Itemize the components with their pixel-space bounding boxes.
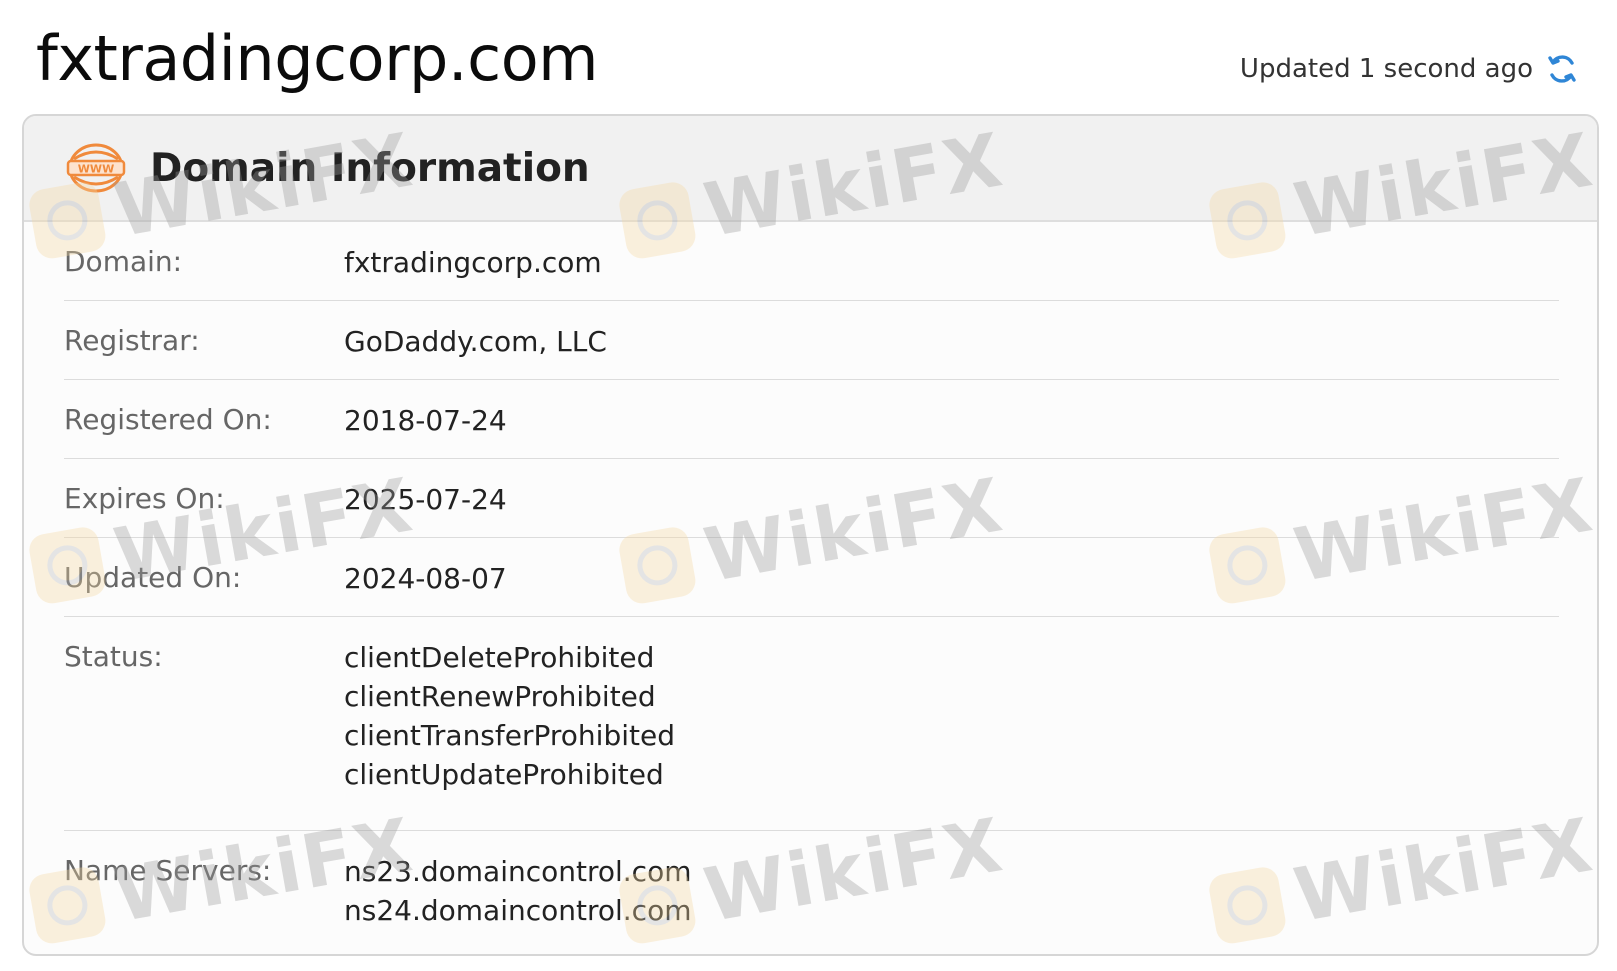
info-row-registered-on: Registered On: 2018-07-24 — [64, 380, 1559, 459]
row-values: fxtradingcorp.com — [344, 246, 602, 285]
card-title: Domain Information — [150, 145, 590, 191]
row-label: Expires On: — [64, 482, 225, 515]
row-label: Registered On: — [64, 403, 272, 436]
info-rows: Domain: fxtradingcorp.com Registrar: GoD… — [24, 222, 1597, 954]
row-values: 2025-07-24 — [344, 483, 507, 522]
www-globe-icon: WWW — [66, 143, 126, 193]
row-label: Name Servers: — [64, 854, 272, 887]
update-status: Updated 1 second ago — [1240, 52, 1579, 86]
svg-text:WWW: WWW — [78, 163, 114, 176]
row-values: GoDaddy.com, LLC — [344, 325, 607, 364]
refresh-icon[interactable] — [1545, 52, 1579, 86]
row-label: Domain: — [64, 245, 183, 278]
name-server-value: ns24.domaincontrol.com — [344, 894, 692, 927]
row-label: Updated On: — [64, 561, 242, 594]
info-row-updated-on: Updated On: 2024-08-07 — [64, 538, 1559, 617]
page-title: fxtradingcorp.com — [36, 22, 599, 95]
row-value: 2024-08-07 — [344, 562, 507, 595]
row-label: Status: — [64, 640, 163, 673]
card-header: WWW Domain Information — [24, 116, 1597, 222]
row-label: Registrar: — [64, 324, 200, 357]
row-value: 2018-07-24 — [344, 404, 507, 437]
row-value: fxtradingcorp.com — [344, 246, 602, 279]
domain-info-card: WWW Domain Information Domain: fxtrading… — [22, 114, 1599, 956]
info-row-expires-on: Expires On: 2025-07-24 — [64, 459, 1559, 538]
info-row-status: Status: clientDeleteProhibited clientRen… — [64, 617, 1559, 831]
row-values: ns23.domaincontrol.com ns24.domaincontro… — [344, 855, 691, 933]
status-value: clientUpdateProhibited — [344, 758, 664, 791]
row-values: 2024-08-07 — [344, 562, 507, 601]
updated-text: Updated 1 second ago — [1239, 54, 1533, 84]
row-values: 2018-07-24 — [344, 404, 507, 443]
info-row-name-servers: Name Servers: ns23.domaincontrol.com ns2… — [64, 831, 1559, 954]
info-row-registrar: Registrar: GoDaddy.com, LLC — [64, 301, 1559, 380]
row-value: GoDaddy.com, LLC — [344, 325, 607, 358]
row-value: 2025-07-24 — [344, 483, 507, 516]
row-values: clientDeleteProhibited clientRenewProhib… — [344, 641, 675, 797]
page: fxtradingcorp.com Updated 1 second ago W… — [0, 0, 1617, 971]
info-row-domain: Domain: fxtradingcorp.com — [64, 222, 1559, 301]
